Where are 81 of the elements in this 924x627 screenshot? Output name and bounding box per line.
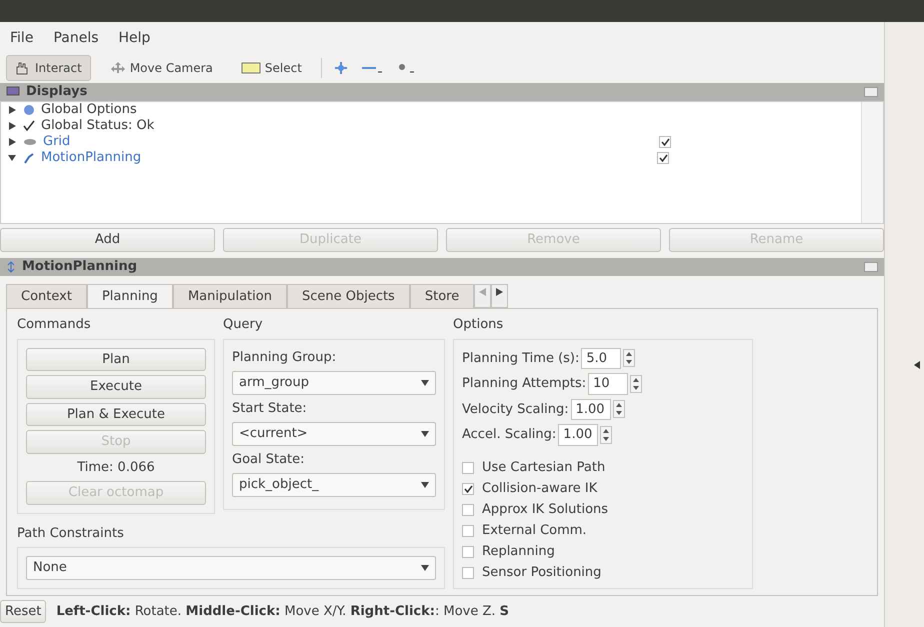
spin-arrows-icon[interactable]	[623, 349, 636, 368]
tree-label: Global Options	[41, 101, 138, 119]
spin-arrows-icon[interactable]	[612, 400, 625, 418]
select-icon	[240, 61, 261, 75]
eye-icon	[23, 136, 37, 147]
tab[interactable]: Manipulation	[172, 284, 287, 308]
tab[interactable]: Store	[410, 284, 474, 308]
spin-arrows-icon[interactable]	[630, 374, 642, 393]
field-label: Accel. Scaling:	[462, 426, 556, 444]
spin-field[interactable]: 1.00	[570, 398, 611, 420]
panel-button[interactable]: Add	[0, 228, 215, 252]
check-icon	[23, 120, 35, 132]
monitor-icon	[6, 86, 20, 98]
dropdown[interactable]: <current>	[232, 422, 436, 446]
checkbox[interactable]	[462, 462, 474, 474]
dropdown[interactable]: pick_object_	[232, 473, 436, 496]
checkbox-label[interactable]: Use Cartesian Path	[482, 458, 606, 478]
arm-icon	[23, 152, 35, 164]
tab[interactable]: Context	[6, 284, 87, 308]
spin-field[interactable]: 1.00	[558, 424, 598, 446]
caret-icon	[421, 564, 429, 571]
spin-field[interactable]: 10	[588, 373, 628, 394]
checkbox[interactable]	[462, 546, 474, 558]
field-label: Planning Attempts:	[462, 375, 586, 393]
checkbox[interactable]	[659, 136, 671, 148]
tab[interactable]: Planning	[86, 284, 173, 308]
spin-field[interactable]: 5.0	[581, 348, 622, 369]
caret-icon	[421, 430, 429, 437]
field-label: Goal State:	[232, 450, 306, 468]
tree-label: Grid	[43, 133, 72, 151]
tree-row[interactable]: Global Options	[1, 102, 861, 118]
group-title: Path Constraints	[17, 524, 125, 542]
menu-item[interactable]: File	[10, 28, 34, 49]
tool-button[interactable]: Select	[232, 55, 311, 81]
group-title: Query	[223, 316, 264, 334]
panel-title: Displays	[26, 83, 88, 102]
dropdown[interactable]: None	[26, 556, 436, 580]
tab[interactable]: Scene Objects	[286, 284, 410, 308]
menu-item[interactable]: Help	[118, 28, 150, 49]
field-label: Planning Time (s):	[462, 350, 580, 368]
caret-icon	[421, 380, 429, 386]
tree-row[interactable]: Global Status: Ok	[1, 118, 861, 134]
gear-icon	[23, 104, 35, 116]
field-label: Start State:	[232, 400, 308, 418]
tree-row[interactable]: Grid	[1, 134, 861, 150]
tool-button[interactable]: Interact	[6, 55, 91, 81]
field-label: Planning Group:	[232, 348, 338, 366]
tree-row[interactable]: MotionPlanning	[1, 150, 861, 166]
tool-button[interactable]: Move Camera	[100, 55, 222, 81]
command-button[interactable]: Execute	[26, 375, 206, 398]
checkbox-label[interactable]: Collision-aware IK	[482, 479, 598, 499]
expand-arrow-icon[interactable]	[8, 154, 16, 161]
reset-button[interactable]: Reset	[0, 600, 46, 623]
command-button[interactable]: Plan & Execute	[26, 402, 206, 426]
status-hint: Left-Click: Rotate. Middle-Click: Move X/Y. Right-Click:: Move Z. S	[56, 602, 510, 620]
group-title: Options	[453, 316, 504, 334]
scrollbar[interactable]	[861, 102, 883, 223]
spin-arrows-icon[interactable]	[600, 426, 612, 444]
group-title: Commands	[17, 316, 92, 334]
tree-label: MotionPlanning	[41, 149, 142, 168]
scroll-right-icon[interactable]	[496, 288, 504, 296]
checkbox[interactable]	[462, 567, 474, 579]
checkbox[interactable]	[462, 504, 474, 516]
caret-icon	[421, 482, 429, 488]
panel-title: MotionPlanning	[22, 258, 138, 276]
checkbox[interactable]	[462, 483, 474, 495]
checkbox[interactable]	[657, 152, 669, 164]
panel-icon	[6, 260, 16, 272]
time-label: Time: 0.066	[76, 458, 156, 476]
checkbox-label[interactable]: External Comm.	[482, 521, 587, 541]
dropdown[interactable]: arm_group	[232, 371, 436, 394]
move-icon	[110, 61, 126, 75]
collapse-arrow-icon[interactable]	[914, 360, 920, 369]
checkbox-label[interactable]: Approx IK Solutions	[482, 500, 608, 520]
checkbox-label[interactable]: Sensor Positioning	[482, 563, 602, 583]
tree-label: Global Status: Ok	[41, 117, 156, 135]
checkbox[interactable]	[462, 525, 474, 537]
checkbox-label[interactable]: Replanning	[482, 542, 555, 562]
menu-item[interactable]: Panels	[53, 28, 98, 49]
field-label: Velocity Scaling:	[462, 400, 569, 418]
command-button[interactable]: Plan	[26, 348, 206, 371]
